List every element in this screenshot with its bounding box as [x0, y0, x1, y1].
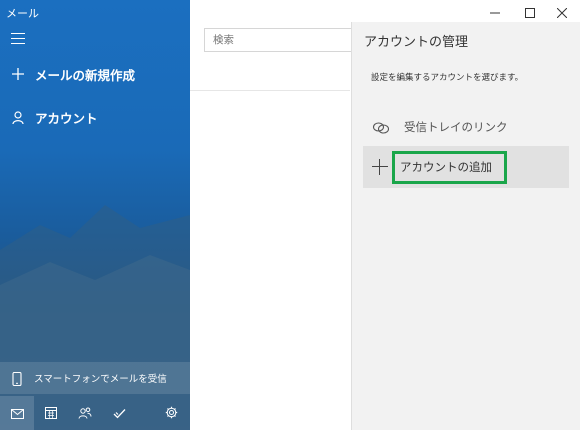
mail-switch-button[interactable] [0, 396, 34, 430]
link-inboxes-button[interactable]: 受信トレイのリンク [364, 115, 508, 139]
minimize-icon [490, 3, 500, 22]
mail-icon [10, 404, 24, 423]
phone-icon [12, 371, 22, 387]
close-icon [556, 3, 568, 22]
link-icon [372, 120, 390, 134]
app-title: メール [6, 7, 39, 20]
panel-subtitle: 設定を編集するアカウントを選びます。 [371, 73, 524, 83]
maximize-button[interactable] [515, 0, 545, 24]
new-mail-button[interactable]: メールの新規作成 [0, 57, 190, 91]
settings-button[interactable] [154, 396, 188, 430]
accounts-label: アカウント [35, 110, 98, 126]
accounts-button[interactable]: アカウント [0, 100, 190, 134]
minimize-button[interactable] [480, 0, 510, 24]
phone-promo-label: スマートフォンでメールを受信 [34, 374, 167, 385]
add-account-label: アカウントの追加 [392, 150, 507, 184]
get-mail-on-phone-button[interactable]: スマートフォンでメールを受信 [0, 362, 190, 394]
maximize-icon [525, 3, 535, 22]
calendar-icon [45, 404, 57, 423]
divider [190, 90, 350, 91]
link-inboxes-label: 受信トレイのリンク [404, 120, 508, 134]
calendar-switch-button[interactable] [34, 396, 68, 430]
navigation-pane: メール メールの新規作成 アカウント スマートフォンでメールを受信 [0, 0, 190, 430]
search-input[interactable] [204, 28, 354, 52]
hamburger-menu-button[interactable] [11, 33, 25, 45]
add-account-button[interactable]: アカウントの追加 [363, 146, 569, 188]
close-button[interactable] [547, 0, 577, 24]
todo-icon [113, 404, 126, 423]
panel-title: アカウントの管理 [364, 35, 469, 50]
people-switch-button[interactable] [68, 396, 102, 430]
person-icon [11, 110, 25, 124]
bottom-app-bar [0, 396, 190, 430]
plus-icon [372, 159, 388, 175]
gear-icon [165, 404, 178, 423]
plus-icon [11, 67, 25, 81]
new-mail-label: メールの新規作成 [35, 67, 136, 83]
manage-accounts-panel: アカウントの管理 設定を編集するアカウントを選びます。 受信トレイのリンク アカ… [351, 22, 580, 430]
people-icon [78, 404, 92, 423]
todo-switch-button[interactable] [102, 396, 136, 430]
